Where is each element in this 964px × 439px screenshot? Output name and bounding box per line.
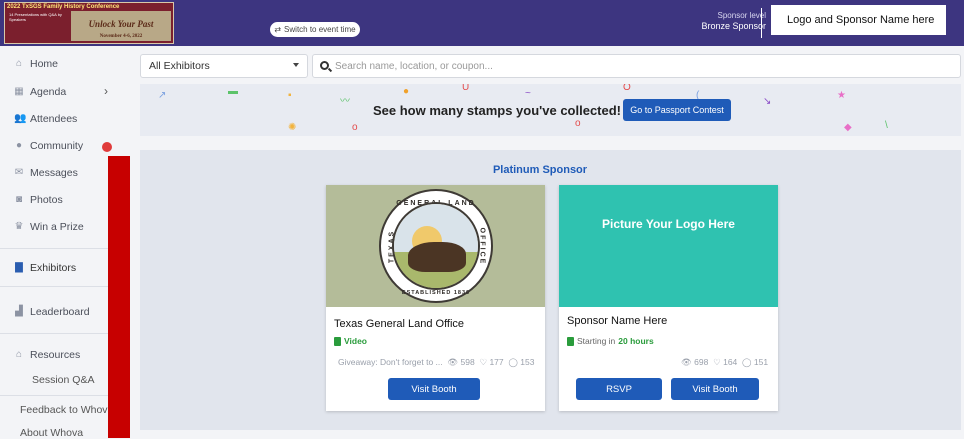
eye-icon: 👁	[447, 357, 459, 367]
top-bar: 2022 TxSGS Family History Conference 14 …	[0, 0, 964, 46]
confetti: o	[575, 118, 581, 129]
switch-event-time-button[interactable]: ⇄ Switch to event time	[270, 22, 360, 37]
sidebar-item-leaderboard[interactable]: ▟ Leaderboard	[14, 306, 89, 318]
visit-booth-button[interactable]: Visit Booth	[388, 378, 480, 400]
sidebar-item-session-qa[interactable]: Session Q&A	[32, 374, 94, 386]
sidebar-item-photos[interactable]: ◙ Photos	[14, 194, 63, 206]
exhibitor-image: Picture Your Logo Here	[559, 185, 778, 307]
sidebar-item-messages[interactable]: ✉ Messages	[14, 167, 78, 179]
filter-row: All Exhibitors Search name, location, or…	[140, 54, 961, 78]
section-title: Platinum Sponsor	[492, 164, 588, 176]
sidebar-item-community[interactable]: ● Community	[14, 140, 83, 152]
confetti: ↘	[763, 96, 772, 107]
home-icon: ⌂	[15, 58, 23, 69]
envelope-icon: ✉	[14, 167, 24, 178]
visit-booth-button[interactable]: Visit Booth	[671, 378, 759, 400]
sponsor-logo-box[interactable]: Logo and Sponsor Name here	[771, 5, 946, 35]
building-icon: ▇	[15, 262, 23, 273]
header-divider	[761, 8, 762, 38]
video-icon	[567, 336, 574, 346]
search-icon	[320, 61, 329, 70]
feedback-link[interactable]: Feedback to Whova	[20, 404, 113, 416]
seal-center	[392, 202, 480, 290]
sidebar-item-agenda[interactable]: ▦ Agenda	[14, 86, 66, 98]
confetti: o	[352, 122, 358, 133]
confetti: ↗	[158, 90, 167, 101]
people-icon: 👥	[14, 113, 27, 124]
exhibitor-card[interactable]: Picture Your Logo Here Sponsor Name Here…	[559, 185, 778, 411]
camera-icon: ◙	[15, 194, 23, 205]
confetti: ◆	[844, 122, 852, 133]
exhibitor-name: Sponsor Name Here	[567, 315, 668, 327]
confetti: ★	[837, 90, 846, 101]
heart-icon: ♡	[479, 357, 488, 367]
swap-icon: ⇄	[274, 25, 282, 34]
bank-icon: ⌂	[15, 349, 23, 360]
about-link[interactable]: About Whova	[20, 427, 83, 439]
platinum-section: Platinum Sponsor GENERAL LAND TEXAS OFFI…	[140, 150, 961, 430]
banner-title: 2022 TxSGS Family History Conference	[7, 4, 120, 10]
passport-contest-button[interactable]: Go to Passport Contest	[623, 99, 731, 121]
stamps-message: See how many stamps you've collected!	[373, 103, 622, 118]
notification-badge	[102, 142, 112, 152]
logo-placeholder-text: Picture Your Logo Here	[602, 217, 735, 231]
video-tag: Video	[334, 336, 367, 346]
confetti: ▪	[288, 90, 292, 101]
exhibitor-card[interactable]: GENERAL LAND TEXAS OFFICE ESTABLISHED 18…	[326, 185, 545, 411]
confetti: 〰	[340, 96, 350, 107]
exhibitor-name: Texas General Land Office	[334, 318, 465, 330]
trophy-icon: ♛	[14, 221, 24, 232]
banner-logo: Unlock Your Past November 4-6, 2022	[71, 11, 171, 41]
sidebar-item-exhibitors[interactable]: ▇ Exhibitors	[14, 262, 76, 274]
confetti: ~	[525, 88, 531, 99]
confetti: O	[623, 84, 631, 93]
confetti: ▬	[228, 86, 238, 97]
sidebar-item-attendees[interactable]: 👥 Attendees	[14, 113, 77, 125]
sidebar-item-win-a-prize[interactable]: ♛ Win a Prize	[14, 221, 84, 233]
bar-chart-icon: ▟	[15, 306, 23, 317]
passport-banner: ↗ ▬ ▪ 〰 ● U ~ O ( ↘ ★ ✺ o o ◆ \ See how …	[140, 84, 961, 136]
exhibitor-stats: 👁 698 ♡ 164 ◯ 151	[681, 357, 769, 367]
confetti: ✺	[288, 122, 297, 133]
starting-tag: Starting in 20 hours	[567, 336, 654, 346]
confetti: ●	[403, 86, 410, 97]
confetti: U	[462, 84, 470, 93]
comment-icon: ◯	[742, 357, 752, 367]
comment-icon: ◯	[508, 357, 518, 367]
search-input[interactable]: Search name, location, or coupon...	[312, 54, 961, 78]
exhibitor-image: GENERAL LAND TEXAS OFFICE ESTABLISHED 18…	[326, 185, 545, 307]
banner-subtitle: 14 Presentations with Q&A by Speakers	[9, 12, 62, 22]
sidebar-item-home[interactable]: ⌂ Home	[14, 58, 58, 70]
red-annotation-bar	[108, 156, 130, 438]
heart-icon: ♡	[713, 357, 721, 367]
exhibitor-stats: Giveaway: Don't forget to ... 👁 598 ♡ 17…	[338, 357, 535, 367]
chevron-right-icon[interactable]: ›	[104, 84, 108, 98]
sidebar-item-resources[interactable]: ⌂ Resources	[14, 349, 80, 361]
eye-icon: 👁	[681, 357, 692, 367]
calendar-icon: ▦	[14, 86, 24, 97]
exhibitor-filter-select[interactable]: All Exhibitors	[140, 54, 308, 78]
bison-icon	[408, 242, 466, 272]
confetti: \	[885, 120, 888, 131]
texas-glo-seal: GENERAL LAND TEXAS OFFICE ESTABLISHED 18…	[379, 189, 493, 303]
sponsor-level: Sponsor level Bronze Sponsor	[701, 11, 766, 31]
chat-icon: ●	[15, 140, 23, 151]
rsvp-button[interactable]: RSVP	[576, 378, 662, 400]
video-icon	[334, 336, 341, 346]
conference-banner[interactable]: 2022 TxSGS Family History Conference 14 …	[4, 2, 174, 44]
caret-down-icon	[293, 63, 299, 67]
